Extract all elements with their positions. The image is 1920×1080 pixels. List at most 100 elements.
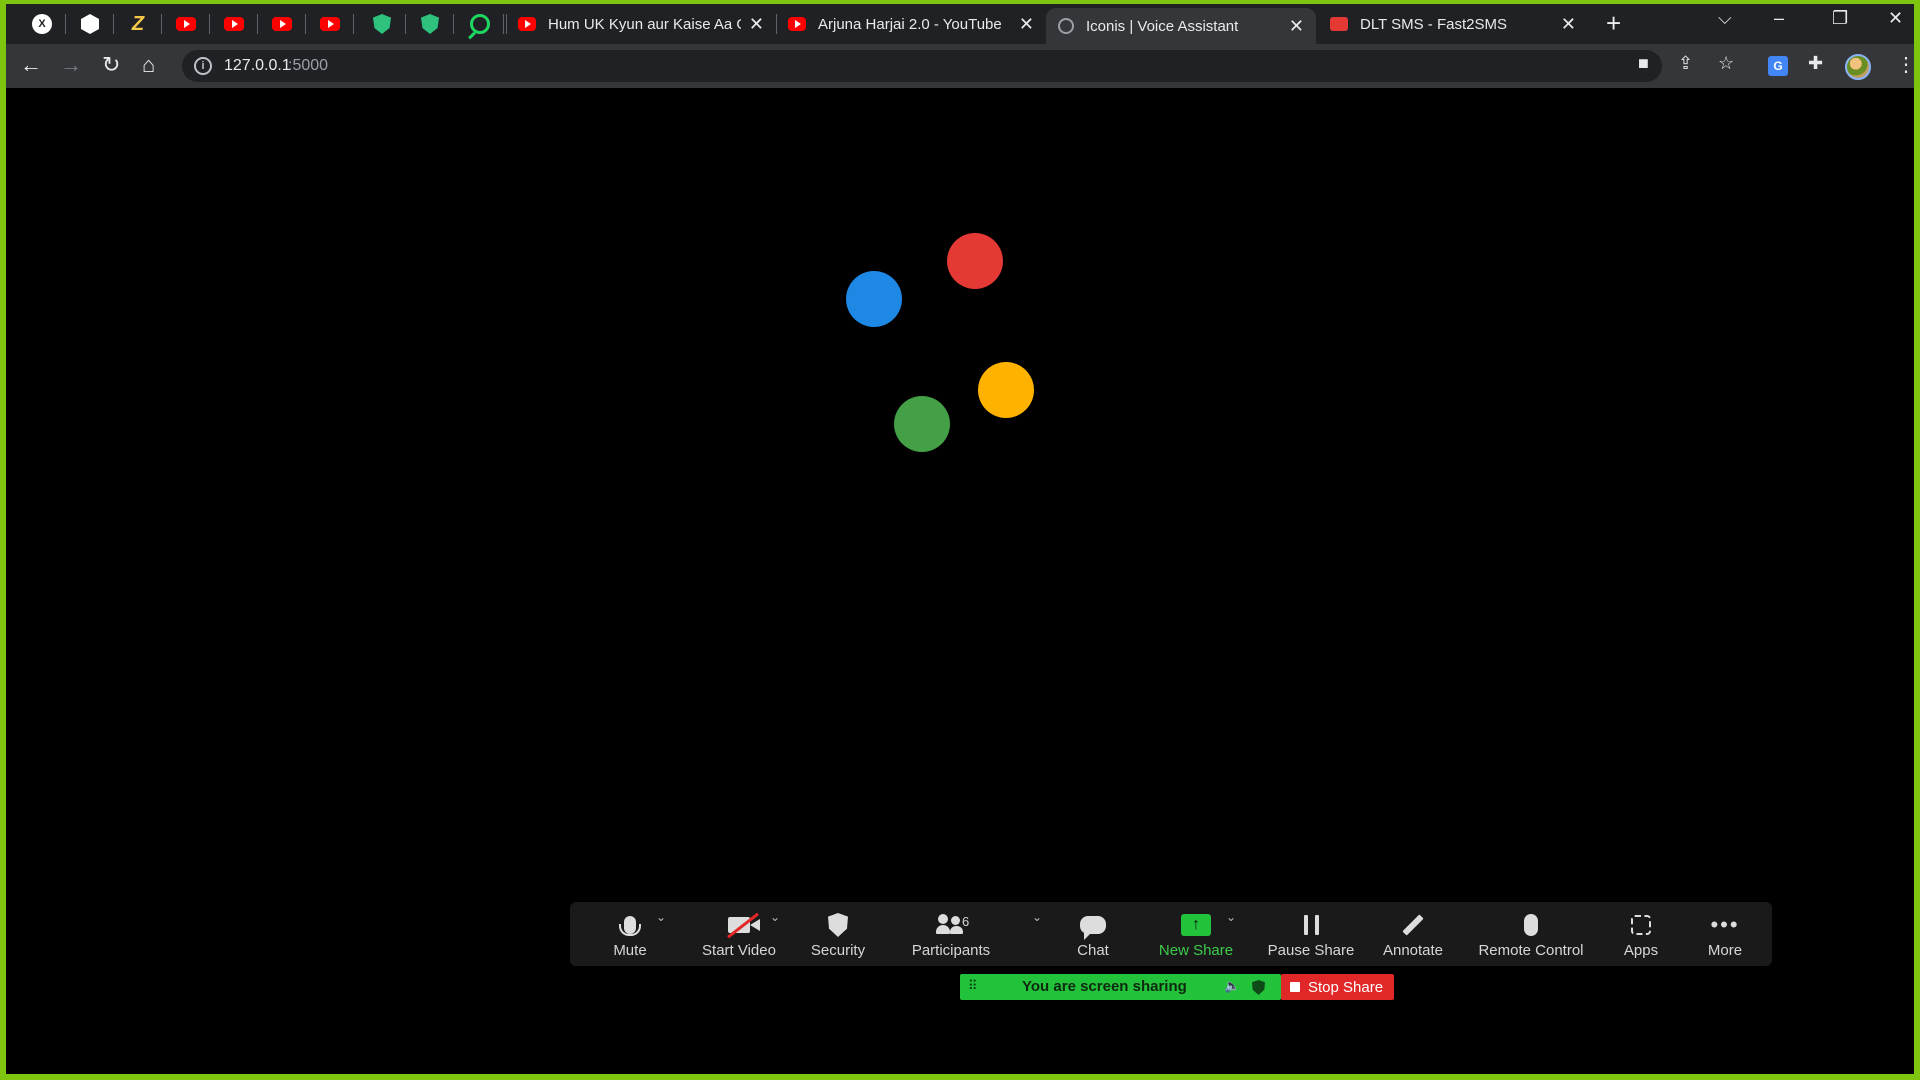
tab-dlt-sms[interactable]: DLT SMS - Fast2SMS ✕ bbox=[1318, 4, 1588, 44]
browser-menu-icon[interactable]: ⋮ bbox=[1896, 52, 1914, 77]
forward-button[interactable]: → bbox=[60, 52, 82, 78]
url-port: :5000 bbox=[288, 57, 329, 74]
fast2sms-icon bbox=[1330, 17, 1348, 31]
browser-toolbar: ← → ↻ ⌂ i 127.0.0.1 :5000 ■ ⇪ ☆ G ✚ ⋮ bbox=[6, 44, 1914, 88]
youtube-icon bbox=[518, 17, 536, 31]
security-button[interactable]: Security bbox=[798, 902, 878, 966]
tab-iconis-voice-assistant[interactable]: Iconis | Voice Assistant ✕ bbox=[1046, 8, 1316, 44]
new-tab-button[interactable]: + bbox=[1606, 8, 1621, 39]
chat-button[interactable]: Chat bbox=[1058, 902, 1128, 966]
green-dot bbox=[894, 396, 950, 452]
close-icon[interactable]: ✕ bbox=[1561, 14, 1576, 35]
stop-square-icon bbox=[1290, 982, 1300, 992]
pause-icon bbox=[1303, 915, 1319, 935]
annotate-button[interactable]: Annotate bbox=[1368, 902, 1458, 966]
window-close-button[interactable]: ✕ bbox=[1888, 8, 1903, 29]
tab-arjuna-harjai[interactable]: Arjuna Harjai 2.0 - YouTube ✕ bbox=[776, 4, 1046, 44]
green-search-icon bbox=[470, 14, 490, 34]
security-label: Security bbox=[810, 942, 866, 959]
participants-options-chevron-icon[interactable]: ⌄ bbox=[1032, 910, 1042, 924]
profile-avatar[interactable] bbox=[1845, 54, 1871, 80]
share-icon[interactable]: ⇪ bbox=[1678, 53, 1693, 74]
youtube-icon bbox=[788, 17, 806, 31]
remote-control-button[interactable]: Remote Control bbox=[1468, 902, 1594, 966]
green-shield-icon bbox=[421, 14, 439, 34]
more-button[interactable]: ••• More bbox=[1690, 902, 1760, 966]
remote-control-label: Remote Control bbox=[1478, 942, 1584, 959]
participants-label: Participants bbox=[911, 942, 991, 959]
back-button[interactable]: ← bbox=[20, 52, 42, 78]
zoom-meeting-controls: Mute ⌄ Start Video ⌄ Security Participan… bbox=[570, 902, 1772, 966]
pause-share-label: Pause Share bbox=[1267, 942, 1355, 959]
google-translate-icon[interactable]: G bbox=[1768, 56, 1788, 76]
address-bar[interactable]: i 127.0.0.1 :5000 bbox=[182, 50, 1662, 82]
speaker-icon[interactable]: 🔈 bbox=[1224, 978, 1240, 994]
pinned-tab-youtube-3[interactable] bbox=[258, 4, 306, 44]
chat-bubble-icon bbox=[1080, 916, 1106, 940]
apps-label: Apps bbox=[1623, 942, 1659, 959]
hexagon-logo-icon bbox=[81, 14, 99, 34]
annotate-label: Annotate bbox=[1382, 942, 1444, 959]
drag-handle-icon[interactable]: ⠿ bbox=[968, 978, 978, 994]
tab-search-dropdown-icon[interactable]: ⌵ bbox=[1718, 8, 1732, 29]
mouse-icon bbox=[1524, 914, 1538, 936]
tab-hum-uk[interactable]: Hum UK Kyun aur Kaise Aa Gaye ✕ bbox=[506, 4, 776, 44]
youtube-icon bbox=[176, 17, 196, 31]
screen-share-frame: X Z Hum UK Kyun aur Kaise Aa Gaye ✕ Arju… bbox=[0, 0, 1920, 1080]
encryption-shield-icon bbox=[1252, 980, 1265, 995]
reload-button[interactable]: ↻ bbox=[102, 52, 120, 78]
audio-options-chevron-icon[interactable]: ⌄ bbox=[656, 910, 666, 924]
pinned-tab-shield-2[interactable] bbox=[406, 4, 454, 44]
camera-in-use-icon[interactable]: ■ bbox=[1638, 53, 1649, 74]
apps-button[interactable]: Apps bbox=[1606, 902, 1676, 966]
security-shield-icon bbox=[828, 913, 848, 937]
share-screen-icon: ↑ bbox=[1181, 914, 1211, 936]
share-options-chevron-icon[interactable]: ⌄ bbox=[1226, 910, 1236, 924]
green-shield-icon bbox=[373, 14, 391, 34]
pinned-tab-lightning[interactable]: Z bbox=[114, 4, 162, 44]
video-off-icon bbox=[728, 917, 760, 933]
pinned-tab-x[interactable]: X bbox=[18, 4, 66, 44]
lightning-logo-icon: Z bbox=[131, 12, 145, 35]
home-button[interactable]: ⌂ bbox=[142, 52, 155, 78]
extensions-puzzle-icon[interactable]: ✚ bbox=[1808, 53, 1823, 74]
pinned-tab-shield-1[interactable] bbox=[358, 4, 406, 44]
restore-button[interactable]: ❐ bbox=[1832, 8, 1848, 29]
more-dots-icon: ••• bbox=[1710, 912, 1740, 937]
pinned-tab-youtube-1[interactable] bbox=[162, 4, 210, 44]
bookmark-star-icon[interactable]: ☆ bbox=[1718, 53, 1734, 74]
microphone-icon bbox=[619, 916, 641, 936]
tab-title: Iconis | Voice Assistant bbox=[1086, 17, 1239, 35]
blue-dot bbox=[846, 271, 902, 327]
x-logo-icon: X bbox=[32, 14, 52, 34]
close-icon[interactable]: ✕ bbox=[749, 14, 764, 35]
tab-title: Hum UK Kyun aur Kaise Aa Gaye bbox=[548, 15, 741, 33]
video-options-chevron-icon[interactable]: ⌄ bbox=[770, 910, 780, 924]
url-host: 127.0.0.1 bbox=[224, 57, 291, 74]
youtube-icon bbox=[320, 17, 340, 31]
new-share-label: New Share bbox=[1158, 942, 1234, 959]
pinned-tab-youtube-4[interactable] bbox=[306, 4, 354, 44]
site-info-icon[interactable]: i bbox=[194, 57, 212, 75]
start-video-label: Start Video bbox=[702, 942, 776, 959]
tab-title: DLT SMS - Fast2SMS bbox=[1360, 15, 1507, 33]
chat-label: Chat bbox=[1077, 942, 1109, 959]
globe-icon bbox=[1058, 18, 1074, 34]
pinned-tab-hexagon[interactable] bbox=[66, 4, 114, 44]
close-icon[interactable]: ✕ bbox=[1289, 16, 1304, 37]
pinned-tab-youtube-2[interactable] bbox=[210, 4, 258, 44]
mute-label: Mute bbox=[613, 942, 647, 959]
close-icon[interactable]: ✕ bbox=[1019, 14, 1034, 35]
minimize-button[interactable]: – bbox=[1774, 8, 1784, 29]
participants-count-badge: 6 bbox=[962, 914, 970, 929]
participants-button[interactable]: Participants bbox=[886, 902, 1016, 966]
red-dot bbox=[947, 233, 1003, 289]
stop-share-label: Stop Share bbox=[1308, 978, 1384, 996]
pause-share-button[interactable]: Pause Share bbox=[1256, 902, 1366, 966]
stop-share-button[interactable]: Stop Share bbox=[1281, 974, 1394, 1000]
more-label: More bbox=[1707, 942, 1743, 959]
tab-title: Arjuna Harjai 2.0 - YouTube bbox=[818, 15, 1002, 33]
screen-sharing-banner[interactable]: ⠿ You are screen sharing 🔈 bbox=[960, 974, 1281, 1000]
youtube-icon bbox=[224, 17, 244, 31]
pinned-tab-search[interactable] bbox=[456, 4, 504, 44]
